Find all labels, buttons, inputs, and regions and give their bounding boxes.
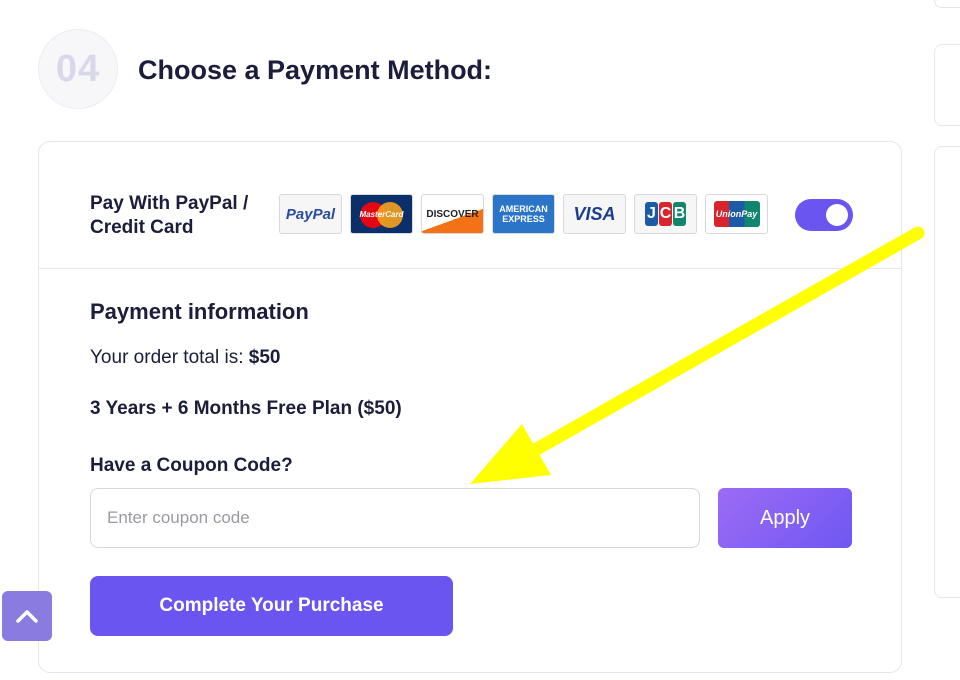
mastercard-logo: MasterCard [350, 194, 413, 234]
payment-method-row: Pay With PayPal / Credit Card PayPal Mas… [39, 142, 901, 269]
discover-logo-text: DISCOVER [426, 208, 479, 220]
toggle-knob [826, 204, 848, 226]
unionpay-logo-text: UnionPay [715, 209, 758, 219]
scroll-to-top-button[interactable] [2, 591, 52, 641]
payment-method-label: Pay With PayPal / Credit Card [90, 193, 249, 238]
paypal-logo: PayPal [279, 194, 342, 234]
card-logos: PayPal MasterCard DISCOVER AMERICAN EXPR… [279, 194, 768, 234]
unionpay-logo: UnionPay [705, 194, 768, 234]
step-number-badge: 04 [38, 29, 118, 109]
plan-description: 3 Years + 6 Months Free Plan ($50) [90, 398, 402, 419]
paypal-logo-text: PayPal [285, 205, 336, 223]
order-total-value: $50 [248, 347, 281, 368]
coupon-input[interactable] [90, 488, 700, 548]
discover-logo: DISCOVER [421, 194, 484, 234]
jcb-logo: JCB [634, 194, 697, 234]
step-number: 04 [55, 47, 101, 90]
payment-info-title: Payment information [90, 299, 309, 324]
payment-method-toggle[interactable] [795, 199, 853, 231]
section-title: Choose a Payment Method: [138, 55, 493, 85]
side-panel-top [934, 0, 960, 8]
visa-logo-text: VISA [573, 203, 616, 224]
visa-logo: VISA [563, 194, 626, 234]
amex-logo-text: AMERICAN EXPRESS [499, 204, 548, 224]
amex-logo: AMERICAN EXPRESS [492, 194, 555, 234]
order-total: Your order total is: $50 [90, 347, 280, 369]
payment-card: Pay With PayPal / Credit Card PayPal Mas… [38, 141, 902, 673]
side-panel-bottom [934, 146, 960, 598]
apply-coupon-button[interactable]: Apply [718, 488, 852, 548]
complete-purchase-button[interactable]: Complete Your Purchase [90, 576, 453, 636]
side-panel-middle [934, 44, 960, 126]
mastercard-logo-text: MasterCard [359, 209, 404, 219]
order-total-label: Your order total is: [90, 347, 244, 368]
chevron-up-icon [16, 610, 38, 623]
coupon-label: Have a Coupon Code? [90, 455, 293, 476]
